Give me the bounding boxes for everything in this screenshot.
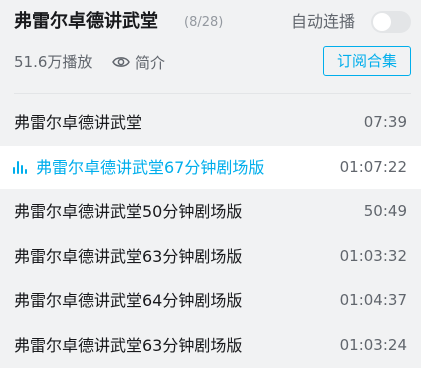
episode-duration: 01:03:24 xyxy=(339,335,407,354)
title-row: 弗雷尔卓德讲武堂 (8/28) 自动连播 xyxy=(14,8,411,36)
intro-label: 简介 xyxy=(135,53,166,72)
episode-list: 弗雷尔卓德讲武堂 07:39 弗雷尔卓德讲武堂67分钟剧场版 01:07:22 弗雷尔卓… xyxy=(0,101,421,368)
playlist-header: 弗雷尔卓德讲武堂 (8/28) 自动连播 51.6万播放 简介 订阅合集 xyxy=(14,0,411,96)
meta-row: 51.6万播放 简介 订阅合集 xyxy=(14,46,411,78)
episode-item-playing[interactable]: 弗雷尔卓德讲武堂67分钟剧场版 01:07:22 xyxy=(0,145,421,189)
episode-item[interactable]: 弗雷尔卓德讲武堂63分钟剧场版 01:03:24 xyxy=(0,324,421,367)
episode-title: 弗雷尔卓德讲武堂64分钟剧场版 xyxy=(14,291,243,310)
episode-title: 弗雷尔卓德讲武堂 xyxy=(14,113,143,132)
episode-item[interactable]: 弗雷尔卓德讲武堂50分钟剧场版 50:49 xyxy=(0,190,421,233)
autoplay-toggle[interactable] xyxy=(371,11,411,33)
episode-item[interactable]: 弗雷尔卓德讲武堂63分钟剧场版 01:03:32 xyxy=(0,235,421,278)
eye-icon xyxy=(112,57,130,67)
episode-count: (8/28) xyxy=(184,15,224,30)
divider xyxy=(14,93,411,94)
episode-duration: 01:07:22 xyxy=(339,157,407,176)
now-playing-icon xyxy=(13,160,27,174)
episode-duration: 01:03:32 xyxy=(339,246,407,265)
intro-button[interactable]: 简介 xyxy=(112,46,165,78)
episode-title: 弗雷尔卓德讲武堂63分钟剧场版 xyxy=(14,246,243,266)
episode-duration: 50:49 xyxy=(363,202,407,220)
playlist-title: 弗雷尔卓德讲武堂 xyxy=(14,11,158,32)
episode-title: 弗雷尔卓德讲武堂50分钟剧场版 xyxy=(14,202,243,221)
autoplay-label: 自动连播 xyxy=(290,12,355,31)
toggle-knob xyxy=(373,13,391,31)
episode-title: 弗雷尔卓德讲武堂67分钟剧场版 xyxy=(36,157,265,177)
episode-item[interactable]: 弗雷尔卓德讲武堂 07:39 xyxy=(0,101,421,144)
play-count: 51.6万播放 xyxy=(14,53,93,71)
episode-duration: 07:39 xyxy=(363,113,407,131)
episode-duration: 01:04:37 xyxy=(339,291,407,309)
episode-title: 弗雷尔卓德讲武堂63分钟剧场版 xyxy=(14,335,243,355)
episode-item[interactable]: 弗雷尔卓德讲武堂64分钟剧场版 01:04:37 xyxy=(0,279,421,322)
subscribe-button[interactable]: 订阅合集 xyxy=(323,46,411,76)
